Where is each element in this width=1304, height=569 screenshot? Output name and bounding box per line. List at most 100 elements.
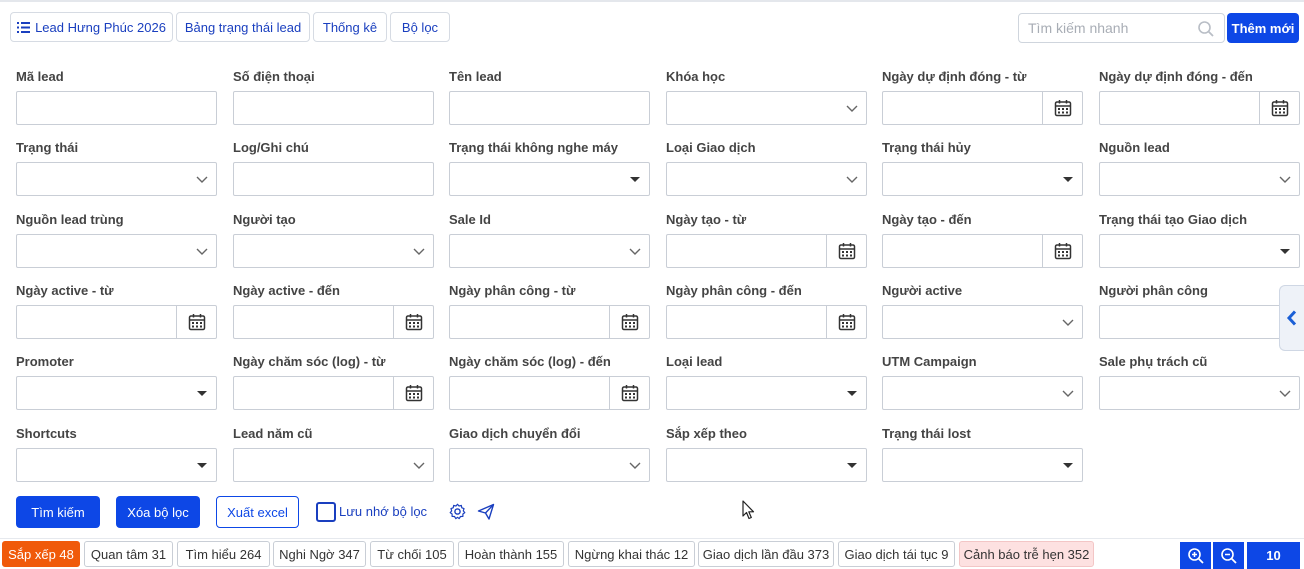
status-chip[interactable]: Giao dịch lần đầu 373 [698,541,834,567]
field-close-date-to: Ngày dự định đóng - đến [1099,69,1300,125]
remember-filter-label[interactable]: Lưu nhớ bộ lọc [339,504,427,519]
status-chip[interactable]: Hoàn thành 155 [458,541,564,567]
clear-filter-button[interactable]: Xóa bộ lọc [116,496,200,528]
status-chip[interactable]: Sắp xếp 48 [2,541,80,567]
field-label: Trạng thái không nghe máy [449,140,619,155]
field-lead-type: Loại lead [666,354,867,410]
field-label: Promoter [16,354,74,369]
calendar-icon [1054,100,1071,117]
remember-filter-checkbox[interactable] [316,502,336,522]
tab-filter[interactable]: Bộ lọc [390,12,450,42]
course-select[interactable] [666,91,867,125]
status-chip[interactable]: Giao dịch tái tục 9 [838,541,955,567]
active-to-input[interactable] [233,305,434,339]
lead-name-input[interactable] [449,91,650,125]
zoom-out-button[interactable] [1213,542,1244,569]
lost-status-select[interactable] [882,448,1083,482]
assign-to-input[interactable] [666,305,867,339]
search-icon[interactable] [1197,20,1215,38]
calendar-icon [621,314,638,331]
caret-down-icon [1280,249,1290,254]
chevron-left-icon [1286,310,1297,326]
assigner-select[interactable] [1099,305,1300,339]
calendar-button[interactable] [393,377,433,409]
activator-select[interactable] [882,305,1083,339]
tab-status-board[interactable]: Bảng trạng thái lead [176,12,310,42]
chevron-down-icon [413,462,425,469]
care-to-input[interactable] [449,376,650,410]
field-care-from: Ngày chăm sóc (log) - từ [233,354,434,410]
zoom-in-button[interactable] [1180,542,1211,569]
calendar-button[interactable] [1042,92,1082,124]
field-duplicate-source: Nguồn lead trùng [16,212,217,268]
tab-statistics[interactable]: Thống kê [313,12,387,42]
caret-down-icon [1063,463,1073,468]
calendar-button[interactable] [176,306,216,338]
gear-icon[interactable] [449,503,466,520]
tab-lead-list[interactable]: Lead Hưng Phúc 2026 [10,12,173,42]
calendar-button[interactable] [393,306,433,338]
zoom-in-icon [1187,547,1204,564]
promoter-select[interactable] [16,376,217,410]
field-label: Người active [882,283,963,298]
no-answer-status-select[interactable] [449,162,650,196]
status-chip[interactable]: Từ chối 105 [370,541,454,567]
duplicate-source-select[interactable] [16,234,217,268]
status-chip[interactable]: Nghi Ngờ 347 [273,541,366,567]
calendar-button[interactable] [609,377,649,409]
field-shortcuts: Shortcuts [16,426,217,482]
active-from-input[interactable] [16,305,217,339]
care-from-input[interactable] [233,376,434,410]
calendar-button[interactable] [826,235,866,267]
log-note-input[interactable] [233,162,434,196]
status-chip[interactable]: Tìm hiểu 264 [177,541,270,567]
close-date-from-input[interactable] [882,91,1083,125]
field-label: Tên lead [449,69,502,84]
calendar-icon [1054,243,1071,260]
utm-campaign-select[interactable] [882,376,1083,410]
tab-label: Thống kê [322,19,378,35]
export-excel-button[interactable]: Xuất excel [216,496,299,528]
status-select[interactable] [16,162,217,196]
calendar-button[interactable] [1042,235,1082,267]
creator-select[interactable] [233,234,434,268]
search-button[interactable]: Tìm kiếm [16,496,100,528]
field-active-from: Ngày active - từ [16,283,217,339]
calendar-button[interactable] [1259,92,1299,124]
field-label: Ngày tạo - đến [882,212,972,227]
quick-search-input[interactable] [1019,14,1189,42]
quick-search[interactable] [1018,13,1225,43]
field-label: Ngày dự định đóng - đến [1099,69,1253,84]
caret-down-icon [847,391,857,396]
shortcuts-select[interactable] [16,448,217,482]
lead-code-input[interactable] [16,91,217,125]
converted-transaction-select[interactable] [449,448,650,482]
phone-input[interactable] [233,91,434,125]
field-sale-id: Sale Id [449,212,650,268]
cancel-status-select[interactable] [882,162,1083,196]
previous-sale-select[interactable] [1099,376,1300,410]
field-transaction-type: Loại Giao dịch [666,140,867,196]
side-panel-toggle[interactable] [1279,285,1304,351]
old-year-lead-select[interactable] [233,448,434,482]
transaction-create-status-select[interactable] [1099,234,1300,268]
status-chip[interactable]: Quan tâm 31 [84,541,173,567]
lead-type-select[interactable] [666,376,867,410]
transaction-type-select[interactable] [666,162,867,196]
calendar-button[interactable] [826,306,866,338]
status-chip[interactable]: Cảnh báo trễ hẹn 352 [959,541,1094,567]
created-from-input[interactable] [666,234,867,268]
sale-id-select[interactable] [449,234,650,268]
calendar-button[interactable] [609,306,649,338]
add-new-button[interactable]: Thêm mới [1227,13,1299,43]
page-size-button[interactable]: 10 [1247,542,1300,569]
created-to-input[interactable] [882,234,1083,268]
field-sort-by: Sắp xếp theo [666,426,867,482]
lead-source-select[interactable] [1099,162,1300,196]
send-icon[interactable] [477,503,495,521]
status-chip[interactable]: Ngừng khai thác 12 [568,541,695,567]
calendar-icon [621,385,638,402]
assign-from-input[interactable] [449,305,650,339]
sort-by-select[interactable] [666,448,867,482]
close-date-to-input[interactable] [1099,91,1300,125]
